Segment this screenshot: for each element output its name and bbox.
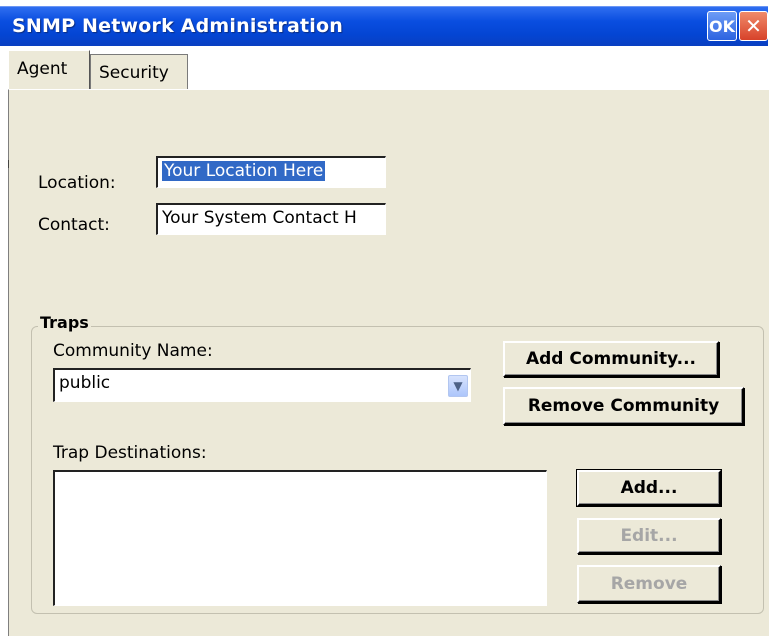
remove-community-button[interactable]: Remove Community xyxy=(503,387,744,425)
tab-agent[interactable]: Agent xyxy=(8,50,90,89)
snmp-dialog-window: SNMP Network Administration OK ✕ Agent S… xyxy=(0,0,774,636)
window-title: SNMP Network Administration xyxy=(12,15,343,37)
contact-label: Contact: xyxy=(38,215,110,235)
add-community-button[interactable]: Add Community... xyxy=(503,341,719,377)
tab-agent-label: Agent xyxy=(17,59,68,79)
community-name-combobox[interactable]: public ▼ xyxy=(53,368,471,402)
add-destination-label: Add... xyxy=(620,478,678,498)
trap-destinations-label: Trap Destinations: xyxy=(53,443,207,463)
location-value: Your Location Here xyxy=(162,161,326,181)
trap-destinations-list[interactable] xyxy=(53,470,547,606)
location-field[interactable]: Your Location Here xyxy=(156,156,386,188)
location-label: Location: xyxy=(38,173,116,193)
add-destination-button[interactable]: Add... xyxy=(576,469,722,507)
tab-security-label: Security xyxy=(99,63,169,83)
chevron-down-icon[interactable]: ▼ xyxy=(448,375,468,397)
title-bar[interactable]: SNMP Network Administration OK ✕ xyxy=(0,6,768,47)
ok-button[interactable]: OK xyxy=(707,11,737,41)
contact-field[interactable]: Your System Contact H xyxy=(156,203,386,235)
contact-value: Your System Contact H xyxy=(162,208,357,228)
remove-destination-label: Remove xyxy=(610,574,688,594)
edit-destination-label: Edit... xyxy=(620,526,678,546)
close-button[interactable]: ✕ xyxy=(739,11,768,41)
tab-security[interactable]: Security xyxy=(90,54,188,91)
community-name-label: Community Name: xyxy=(53,341,213,361)
divider xyxy=(8,160,9,168)
edit-destination-button: Edit... xyxy=(577,518,721,554)
remove-community-label: Remove Community xyxy=(527,396,720,416)
community-name-value: public xyxy=(59,373,111,393)
add-community-label: Add Community... xyxy=(525,349,697,369)
close-icon: ✕ xyxy=(745,14,762,38)
traps-group-title: Traps xyxy=(38,313,91,332)
remove-destination-button: Remove xyxy=(577,565,721,603)
